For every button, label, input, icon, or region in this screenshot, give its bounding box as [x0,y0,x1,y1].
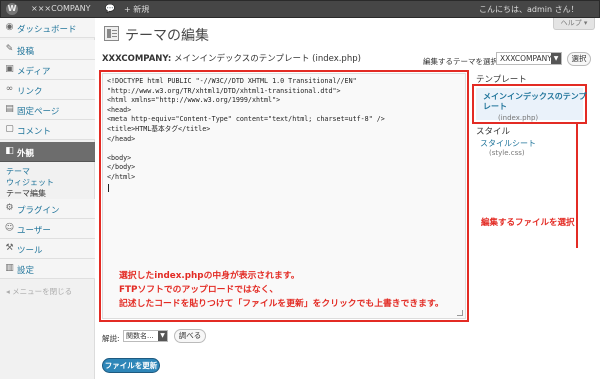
comment-icon: ▢ [5,124,14,134]
documentation-select[interactable]: 関数名... ▼ [123,330,168,342]
editor-annotation: 選択したindex.phpの中身が表示されます。 FTPソフトでのアップロードで… [119,269,444,311]
comment-bubble-icon[interactable]: 💬 [105,4,115,13]
styles-heading: スタイル [476,127,511,137]
annotation-line: 選択したindex.phpの中身が表示されます。 [119,271,300,281]
code-content: <!DOCTYPE html PUBLIC "-//W3C//DTD XHTML… [107,77,385,181]
chevron-down-icon: ▼ [158,331,167,341]
menu-label: ダッシュボード [17,25,77,35]
submenu-theme-editor[interactable]: テーマ編集 [6,188,46,199]
menu-appearance[interactable]: ◧ 外観 [0,142,95,162]
annotation-connector-line [576,124,578,248]
menu-dashboard[interactable]: ◉ ダッシュボード [0,18,95,38]
main-content: ヘルプ ▾ テーマの編集 XXXCOMPANY: メインインデックスのテンプレー… [96,18,600,379]
menu-label: コメント [17,127,52,137]
stylesheet-link[interactable]: スタイルシート [480,138,536,149]
media-icon: ▣ [5,64,14,74]
file-select-annotation: 編集するファイルを選択 [481,218,575,228]
page-icon: ▤ [5,104,14,114]
collapse-menu-button[interactable]: ◂ メニューを閉じる [6,286,72,297]
page-title: テーマの編集 [125,28,209,44]
new-content-menu[interactable]: + 新規 [124,4,149,15]
menu-comments[interactable]: ▢ コメント [0,120,95,140]
lookup-button[interactable]: 調べる [174,329,206,343]
appearance-icon: ◧ [5,146,14,156]
theme-select[interactable]: XXXCOMPANY ▼ [496,52,562,65]
menu-plugins[interactable]: ⚙ プラグイン [0,199,95,219]
select-theme-button[interactable]: 選択 [567,52,591,66]
selected-template-highlight: メインインデックスのテンプレート (index.php) [472,84,587,124]
theme-editor-icon [104,26,119,41]
menu-settings[interactable]: ▥ 設定 [0,259,95,279]
admin-bar: W ×××COMPANY 💬 + 新規 こんにちは、admin さん！ [0,0,600,18]
annotation-line: FTPソフトでのアップロードではなく、 [119,285,279,295]
code-editor-frame: <!DOCTYPE html PUBLIC "-//W3C//DTD XHTML… [99,70,469,322]
site-name-link[interactable]: ×××COMPANY [31,4,91,13]
menu-label: ツール [17,246,43,256]
update-file-button[interactable]: ファイルを更新 [102,358,160,373]
dashboard-icon: ◉ [5,22,14,32]
menu-label: 投稿 [17,47,35,57]
submenu-themes[interactable]: テーマ [6,166,30,177]
file-heading: XXXCOMPANY: メインインデックスのテンプレート (index.php) [102,52,361,64]
settings-icon: ▥ [5,263,14,273]
theme-name: XXXCOMPANY: [102,54,172,64]
menu-links[interactable]: ∞ リンク [0,80,95,100]
text-caret [108,184,109,192]
menu-media[interactable]: ▣ メディア [0,60,95,80]
menu-label: メディア [17,67,51,77]
menu-label: 固定ページ [17,107,60,117]
collapse-menu-label: メニューを閉じる [12,287,73,296]
menu-users[interactable]: ☺ ユーザー [0,219,95,239]
template-item-file: (index.php) [498,114,539,122]
resize-handle[interactable] [457,310,463,316]
template-item-index[interactable]: メインインデックスのテンプレート (index.php) [476,88,587,122]
menu-pages[interactable]: ▤ 固定ページ [0,100,95,120]
plugin-icon: ⚙ [5,203,14,213]
users-icon: ☺ [4,223,15,233]
theme-select-label: 編集するテーマを選択: [423,57,501,66]
menu-label: リンク [17,87,43,97]
tools-icon: ⚒ [5,243,14,253]
menu-tools[interactable]: ⚒ ツール [0,239,95,259]
admin-sidebar: ◉ ダッシュボード ✎ 投稿 ▣ メディア ∞ リンク ▤ 固定ページ ▢ コメント ◧ 外観… [0,18,95,379]
menu-label: ユーザー [17,226,51,236]
chevron-down-icon: ▼ [551,53,561,64]
menu-label: プラグイン [17,206,60,216]
help-tab[interactable]: ヘルプ ▾ [553,18,595,30]
menu-label: 設定 [17,266,35,276]
template-name: メインインデックスのテンプレート [173,54,310,64]
menu-label: 外観 [17,149,35,159]
wordpress-logo-icon[interactable]: W [6,3,18,15]
documentation-select-value: 関数名... [126,332,154,340]
documentation-label: 解説: [102,334,120,343]
greeting-account-menu[interactable]: こんにちは、admin さん！ [479,4,579,15]
annotation-line: 記述したコードを貼りつけて「ファイルを更新」をクリックでも上書きできます。 [119,299,444,309]
menu-posts[interactable]: ✎ 投稿 [0,40,95,60]
submenu-widgets[interactable]: ウィジェット [6,177,54,188]
theme-select-value: XXXCOMPANY [500,54,552,63]
template-item-name: メインインデックスのテンプレート [483,92,587,111]
pushpin-icon: ✎ [5,44,14,54]
stylesheet-file: (style.css) [489,149,525,157]
template-file: (index.php) [312,54,361,64]
link-icon: ∞ [5,84,14,94]
